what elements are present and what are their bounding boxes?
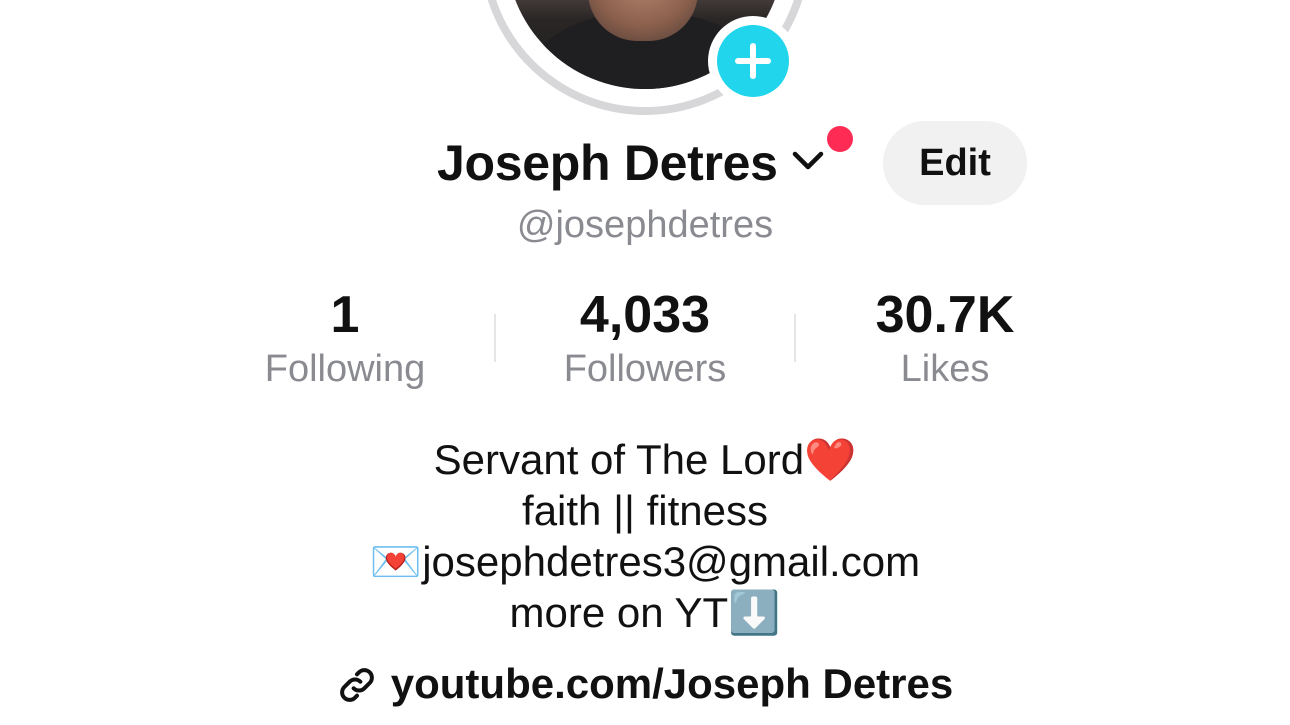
name-row: Joseph Detres xyxy=(437,130,830,196)
stat-following[interactable]: 1 Following xyxy=(195,284,495,392)
bio-line: Servant of The Lord❤️ xyxy=(0,434,1290,485)
bio-line: 💌josephdetres3@gmail.com xyxy=(0,536,1290,587)
edit-profile-button[interactable]: Edit xyxy=(883,121,1027,205)
account-switch-button[interactable] xyxy=(784,140,830,186)
profile-link[interactable]: youtube.com/Joseph Detres xyxy=(0,656,1290,712)
down-arrow-emoji: ⬇️ xyxy=(728,588,781,637)
followers-count: 4,033 xyxy=(579,286,711,344)
bio: Servant of The Lord❤️ faith || fitness 💌… xyxy=(0,434,1290,638)
add-story-button[interactable] xyxy=(708,16,798,106)
bio-text: Servant of The Lord xyxy=(433,436,805,483)
link-icon xyxy=(339,668,374,702)
link-text: youtube.com/Joseph Detres xyxy=(390,660,954,707)
stat-followers[interactable]: 4,033 Followers xyxy=(495,284,795,392)
love-letter-emoji: 💌 xyxy=(369,537,423,586)
bio-line: more on YT⬇️ xyxy=(0,587,1290,638)
notification-dot xyxy=(827,126,853,152)
display-name: Joseph Detres xyxy=(437,135,778,191)
heart-emoji: ❤️ xyxy=(804,435,857,484)
bio-email: josephdetres3@gmail.com xyxy=(422,538,921,585)
likes-count: 30.7K xyxy=(875,286,1015,344)
plus-icon xyxy=(717,25,789,97)
bio-text: more on YT xyxy=(509,589,729,636)
chevron-down-icon xyxy=(792,151,823,170)
following-count: 1 xyxy=(330,286,360,344)
profile-header: Joseph Detres Edit @josephdetres 1 Follo… xyxy=(0,0,1290,725)
followers-label: Followers xyxy=(563,348,727,390)
stat-likes[interactable]: 30.7K Likes xyxy=(795,284,1095,392)
bio-line: faith || fitness xyxy=(0,485,1290,536)
bio-text: faith || fitness xyxy=(522,487,768,534)
likes-label: Likes xyxy=(900,348,990,390)
username: @josephdetres xyxy=(516,204,774,246)
following-label: Following xyxy=(264,348,426,390)
